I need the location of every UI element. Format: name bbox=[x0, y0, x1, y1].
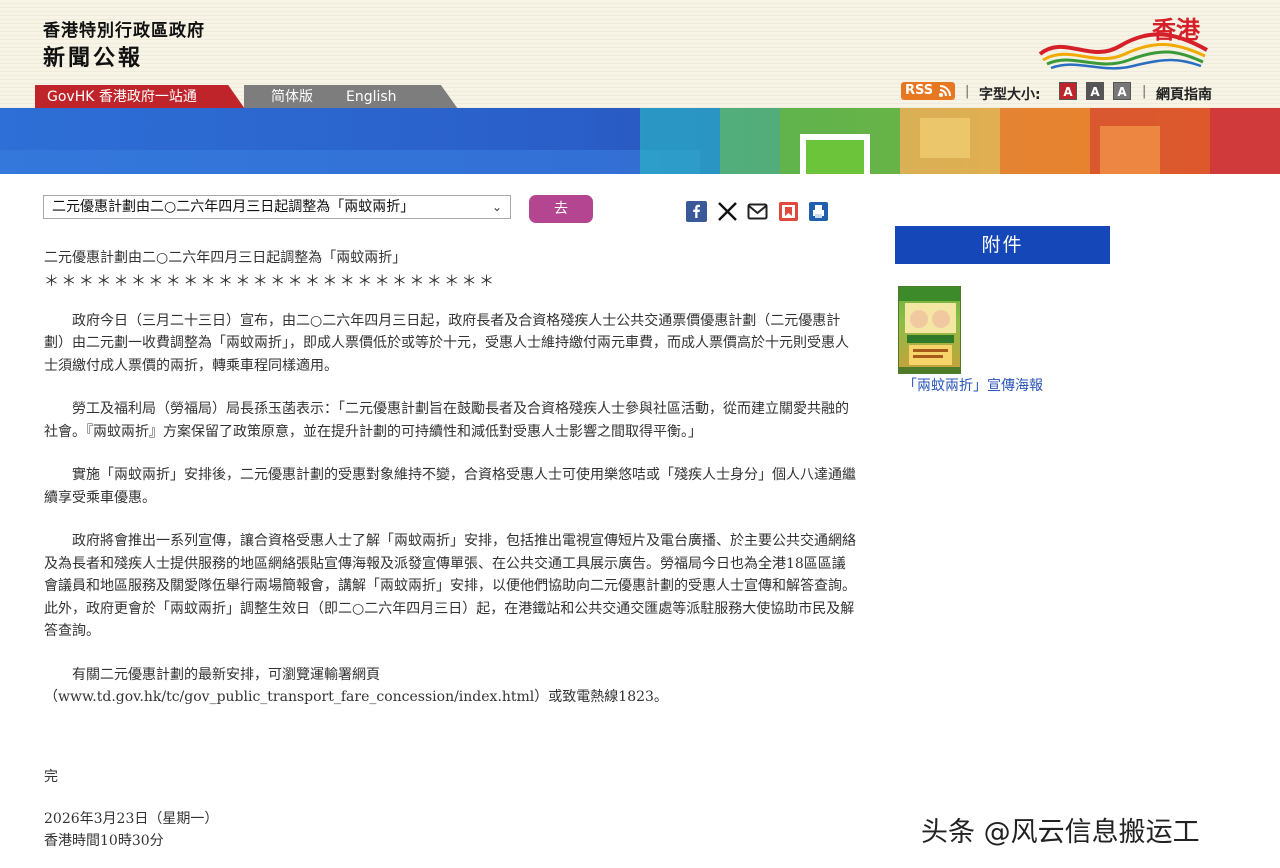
brand-hong-kong-text: 香港 bbox=[1152, 16, 1200, 44]
simplified-chinese-link[interactable]: 简体版 bbox=[271, 85, 313, 109]
font-size-label: 字型大小: bbox=[979, 87, 1041, 103]
press-release-body: 二元優惠計劃由二○二六年四月三日起調整為「兩蚊兩折」 ＊＊＊＊＊＊＊＊＊＊＊＊＊… bbox=[44, 247, 859, 709]
article-paragraph: 政府將會推出一系列宣傳，讓合資格受惠人士了解「兩蚊兩折」安排，包括推出電視宣傳短… bbox=[44, 533, 856, 639]
article-paragraph: 有關二元優惠計劃的最新安排，可瀏覽運輸署網頁（www.td.gov.hk/tc/… bbox=[44, 666, 668, 706]
site-guide-link[interactable]: 網頁指南 bbox=[1156, 84, 1212, 104]
print-icon[interactable] bbox=[808, 201, 829, 222]
article-select-value: 二元優惠計劃由二○二六年四月三日起調整為「兩蚊兩折」 bbox=[52, 199, 415, 215]
go-button[interactable]: 去 bbox=[529, 195, 593, 223]
divider: | bbox=[1142, 84, 1147, 99]
facebook-icon[interactable] bbox=[686, 201, 707, 222]
release-time: 香港時間10時30分 bbox=[44, 833, 164, 849]
font-size-medium-button[interactable]: A bbox=[1086, 82, 1104, 100]
font-size-large-button[interactable]: A bbox=[1113, 82, 1131, 100]
watermark-text: 头条 @风云信息搬运工 bbox=[921, 817, 1200, 848]
attachment-poster-link[interactable]: 「兩蚊兩折」宣傳海報 bbox=[903, 375, 1043, 395]
language-tabs: 简体版 English bbox=[244, 85, 458, 109]
article-paragraph: 政府今日（三月二十三日）宣布，由二○二六年四月三日起，政府長者及合資格殘疾人士公… bbox=[44, 312, 849, 374]
release-date: 2026年3月23日（星期一） bbox=[44, 811, 219, 827]
site-brand-press[interactable]: 新聞公報 bbox=[43, 40, 143, 72]
attachment-poster-thumbnail[interactable] bbox=[898, 286, 961, 374]
font-size-small-button[interactable]: A bbox=[1059, 82, 1077, 100]
banner-graphic bbox=[0, 108, 1280, 174]
attachment-header: 附件 bbox=[895, 226, 1110, 264]
govhk-nav-tab[interactable]: GovHK 香港政府一站通 bbox=[35, 85, 245, 109]
chevron-down-icon: ⌄ bbox=[491, 200, 502, 214]
article-select-dropdown[interactable]: 二元優惠計劃由二○二六年四月三日起調整為「兩蚊兩折」 ⌄ bbox=[43, 195, 511, 219]
english-link[interactable]: English bbox=[346, 85, 397, 109]
x-icon[interactable] bbox=[717, 201, 738, 222]
rss-label: RSS bbox=[905, 83, 934, 98]
headline-divider: ＊＊＊＊＊＊＊＊＊＊＊＊＊＊＊＊＊＊＊＊＊＊＊＊＊＊ bbox=[44, 271, 497, 290]
rss-button[interactable]: RSS bbox=[901, 82, 955, 100]
decorative-banner bbox=[0, 108, 1280, 174]
rss-icon bbox=[939, 85, 951, 97]
bookmark-icon[interactable] bbox=[778, 201, 799, 222]
poster-image bbox=[899, 287, 960, 373]
email-icon[interactable] bbox=[747, 201, 768, 222]
article-paragraph: 實施「兩蚊兩折」安排後，二元優惠計劃的受惠對象維持不變，合資格受惠人士可使用樂悠… bbox=[44, 467, 856, 506]
article-paragraph: 勞工及福利局（勞福局）局長孫玉菡表示：「二元優惠計劃旨在鼓勵長者及合資格殘疾人士… bbox=[44, 401, 849, 440]
site-brand-gov[interactable]: 香港特別行政區政府 bbox=[43, 16, 205, 41]
article-headline: 二元優惠計劃由二○二六年四月三日起調整為「兩蚊兩折」 bbox=[44, 250, 407, 266]
article-end-mark: 完 bbox=[44, 769, 58, 785]
site-header: 香港特別行政區政府 新聞公報 香港 GovHK 香港政府一站通 简体版 Engl… bbox=[0, 0, 1280, 109]
divider: | bbox=[965, 84, 970, 99]
